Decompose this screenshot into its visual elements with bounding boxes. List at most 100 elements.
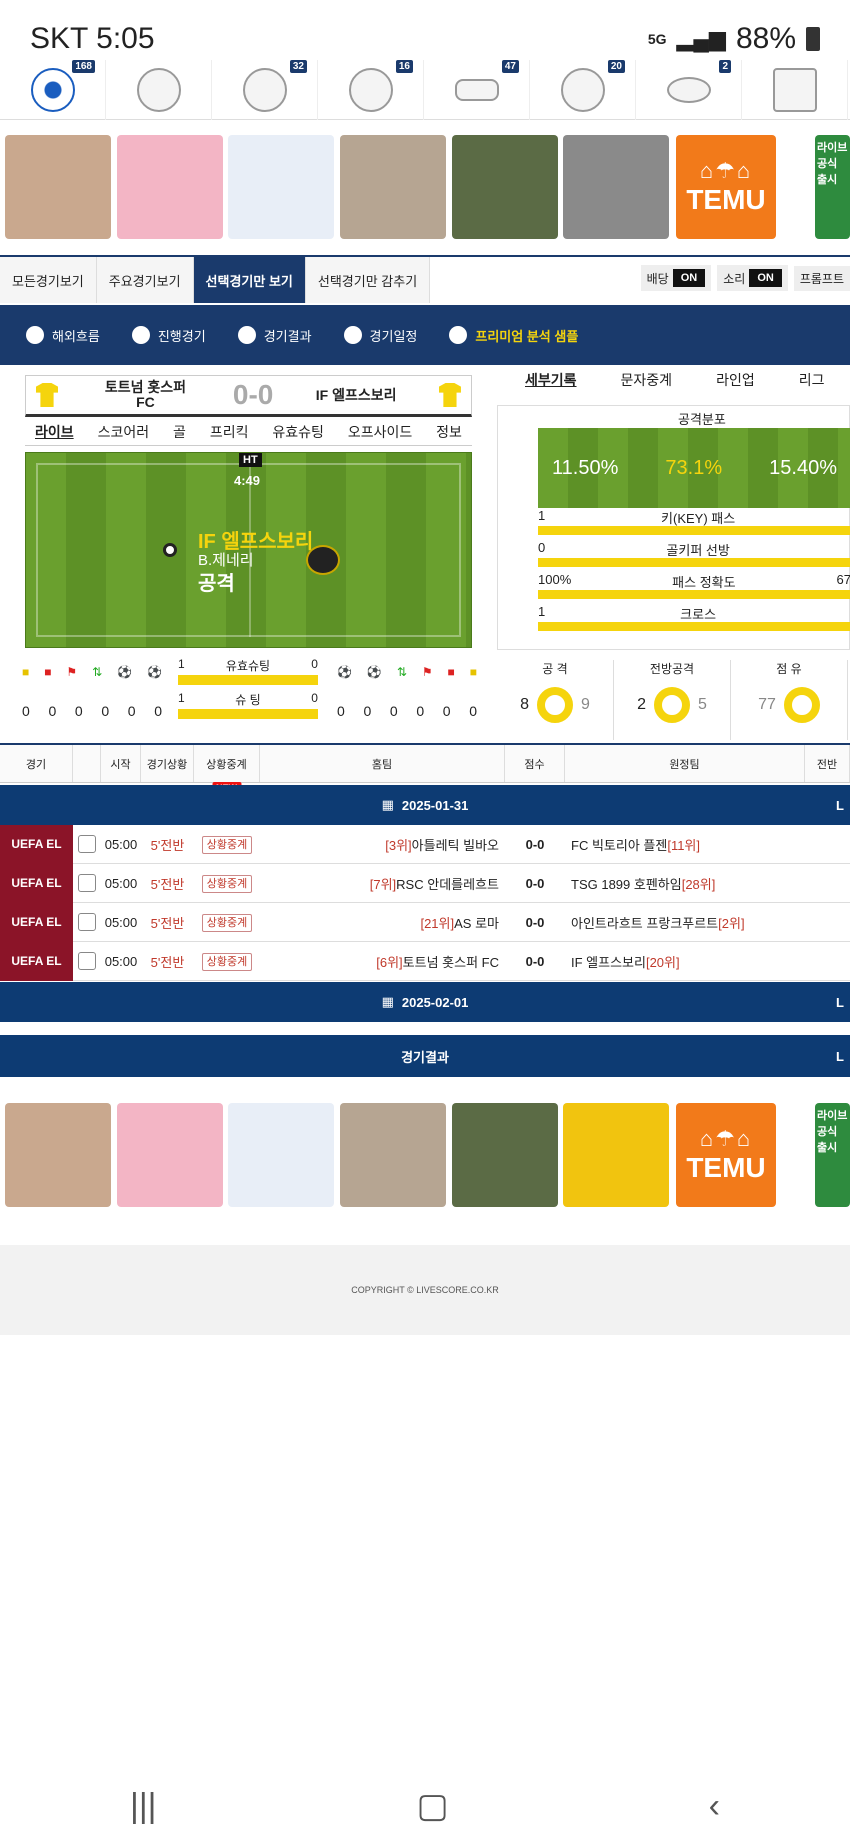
basketball-icon [242, 68, 287, 112]
tab-offside[interactable]: 오프사이드 [348, 422, 412, 442]
ad-product-image[interactable] [228, 135, 334, 239]
tab-lineup[interactable]: 라인업 [716, 370, 755, 400]
sport-tennis[interactable]: 20 [530, 60, 636, 120]
date-header: ▦ 2025-01-31 L [0, 785, 850, 825]
recent-apps-icon[interactable]: ||| [130, 1787, 157, 1826]
temu-ad[interactable]: ⌂☂⌂ TEMU [676, 135, 776, 239]
home-icon[interactable]: ▢ [417, 1786, 449, 1826]
tab-league[interactable]: 리그 [799, 370, 825, 400]
sport-football[interactable]: 2 [636, 60, 742, 120]
tab-detail-record[interactable]: 세부기록 [525, 370, 577, 400]
temu-ad[interactable]: ⌂☂⌂ TEMU [676, 1103, 776, 1207]
tab-goal[interactable]: 골 [173, 422, 186, 442]
prompt-toggle[interactable]: 프롬프트 [793, 265, 850, 291]
corner-flag-icon: ⚑ [66, 665, 78, 679]
select-checkbox[interactable] [73, 913, 101, 931]
ball-position-icon [163, 543, 177, 557]
select-checkbox[interactable] [73, 952, 101, 970]
ad-product-image[interactable] [452, 1103, 558, 1207]
table-row[interactable]: UEFA EL 05:00 5'전반 상황중계 [7위]RSC 안데를레흐트 0… [0, 863, 850, 903]
sound-toggle[interactable]: 소리 ON [717, 265, 788, 291]
ad-product-image[interactable] [452, 135, 558, 239]
games-table-header: 경기 시작 경기상황 상황중계NEW 홈팀 점수 원정팀 전반 [0, 743, 850, 794]
ad-product-image[interactable] [228, 1103, 334, 1207]
ring-possession: 점 유 77 [731, 660, 848, 740]
on-target-bar [178, 675, 318, 685]
tab-live[interactable]: 라이브 [35, 422, 74, 442]
sport-volleyball[interactable]: 16 [318, 60, 424, 120]
stat-gk-saves: 0 골키퍼 선방 [538, 540, 730, 558]
copyright: COPYRIGHT © LIVESCORE.CO.KR [351, 1285, 499, 1295]
sports-nav: 168 32 16 47 20 2 [0, 60, 850, 120]
ad-side-banner[interactable]: 라이브 공식 출시 [815, 1103, 850, 1207]
ring-stats: 공 격89 전방공격 2 5 점 유 77 [497, 660, 850, 740]
own-goal-icon: ⚽ [147, 665, 162, 679]
tab-hide-selected[interactable]: 선택경기만 감추기 [305, 257, 431, 303]
ad-side-banner[interactable]: 라이브 공식 출시 [815, 135, 850, 239]
match-clock: 4:49 [234, 473, 261, 488]
tab-info[interactable]: 정보 [436, 422, 462, 442]
select-checkbox[interactable] [73, 835, 101, 853]
footer: COPYRIGHT © LIVESCORE.CO.KR [0, 1245, 850, 1335]
filter-overseas[interactable]: 해외흐름 [26, 326, 100, 345]
sport-hockey[interactable]: 47 [424, 60, 530, 120]
stat-crosses: 1 크로스 [538, 604, 717, 622]
ring-forward-attack: 전방공격 2 5 [614, 660, 731, 740]
tab-freekick[interactable]: 프리킥 [210, 422, 249, 442]
football-icon [666, 77, 711, 103]
ring-chart-icon [783, 687, 820, 723]
sport-baseball[interactable] [106, 60, 212, 120]
tab-scorer[interactable]: 스코어러 [98, 422, 150, 442]
volleyball-icon [348, 68, 393, 112]
sport-esports[interactable] [742, 60, 848, 120]
ad-product-image[interactable] [563, 1103, 669, 1207]
tab-text-broadcast[interactable]: 문자중계 [621, 370, 673, 400]
filter-schedule[interactable]: 경기일정 [343, 326, 417, 345]
attack-distribution: 11.50% 73.1% 15.40% [538, 428, 850, 508]
ad-banner-bottom[interactable]: ⌂☂⌂ TEMU 라이브 공식 출시 [0, 1103, 850, 1213]
live-status-button[interactable]: 상황중계 [201, 836, 253, 854]
esports-icon [772, 68, 817, 112]
calendar-icon: ▦ [381, 797, 394, 812]
ad-product-image[interactable] [117, 1103, 223, 1207]
filter-live[interactable]: 진행경기 [131, 326, 206, 345]
results-header[interactable]: 경기결과 L [0, 1035, 850, 1077]
odds-toggle[interactable]: 배당 ON [640, 265, 712, 291]
filter-premium[interactable]: 프리미엄 분석 샘플 [449, 326, 578, 345]
substitution-icon: ⇅ [92, 665, 103, 679]
scoreboard: 토트넘 홋스퍼 FC 0-0 IF 엘프스보리 [25, 375, 472, 417]
table-row[interactable]: UEFA EL 05:00 5'전반 상황중계 [3위]아틀레틱 빌바오 0-0… [0, 824, 850, 864]
ring-chart-icon [654, 687, 690, 723]
live-status-button[interactable]: 상황중계 [201, 953, 253, 971]
radio-icon [449, 326, 468, 344]
table-row[interactable]: UEFA EL 05:00 5'전반 상황중계 [21위]AS 로마 0-0 아… [0, 902, 850, 942]
table-row[interactable]: UEFA EL 05:00 5'전반 상황중계 [6위]토트넘 홋스퍼 FC 0… [0, 941, 850, 981]
live-status-button[interactable]: 상황중계 [201, 875, 253, 893]
radio-icon [26, 326, 44, 344]
ad-banner-top[interactable]: ⌂☂⌂ TEMU 라이브 공식 출시 [0, 135, 850, 245]
tab-on-target[interactable]: 유효슈팅 [272, 422, 324, 442]
system-nav-bar: ||| ▢ ‹ [0, 1770, 850, 1842]
ad-product-image[interactable] [340, 1103, 446, 1207]
goal-icon: ⚽ [117, 665, 133, 679]
live-status-button[interactable]: 상황중계 [201, 914, 253, 932]
select-checkbox[interactable] [73, 874, 101, 892]
back-icon[interactable]: ‹ [709, 1787, 720, 1826]
event-action: 공격 [198, 573, 235, 595]
ad-product-image[interactable] [340, 135, 446, 239]
filter-results[interactable]: 경기결과 [237, 326, 312, 345]
stat-pass-accuracy: 100% 패스 정확도 67 [538, 572, 850, 590]
away-jersey-icon [438, 383, 461, 407]
detail-tabs: 세부기록 문자중계 라인업 리그 [495, 370, 850, 400]
ad-product-image[interactable] [117, 135, 223, 239]
tab-major-games[interactable]: 주요경기보기 [96, 257, 194, 303]
tab-selected-only[interactable]: 선택경기만 보기 [193, 257, 306, 303]
yellow-card-icon: ■ [469, 665, 477, 679]
ad-product-image[interactable] [5, 135, 111, 239]
ad-product-image[interactable] [5, 1103, 111, 1207]
tab-all-games[interactable]: 모든경기보기 [0, 257, 97, 303]
sport-soccer[interactable]: 168 [0, 60, 106, 120]
ad-product-image[interactable] [563, 135, 669, 239]
sport-basketball[interactable]: 32 [212, 60, 318, 120]
battery-label: 88% [735, 22, 796, 55]
